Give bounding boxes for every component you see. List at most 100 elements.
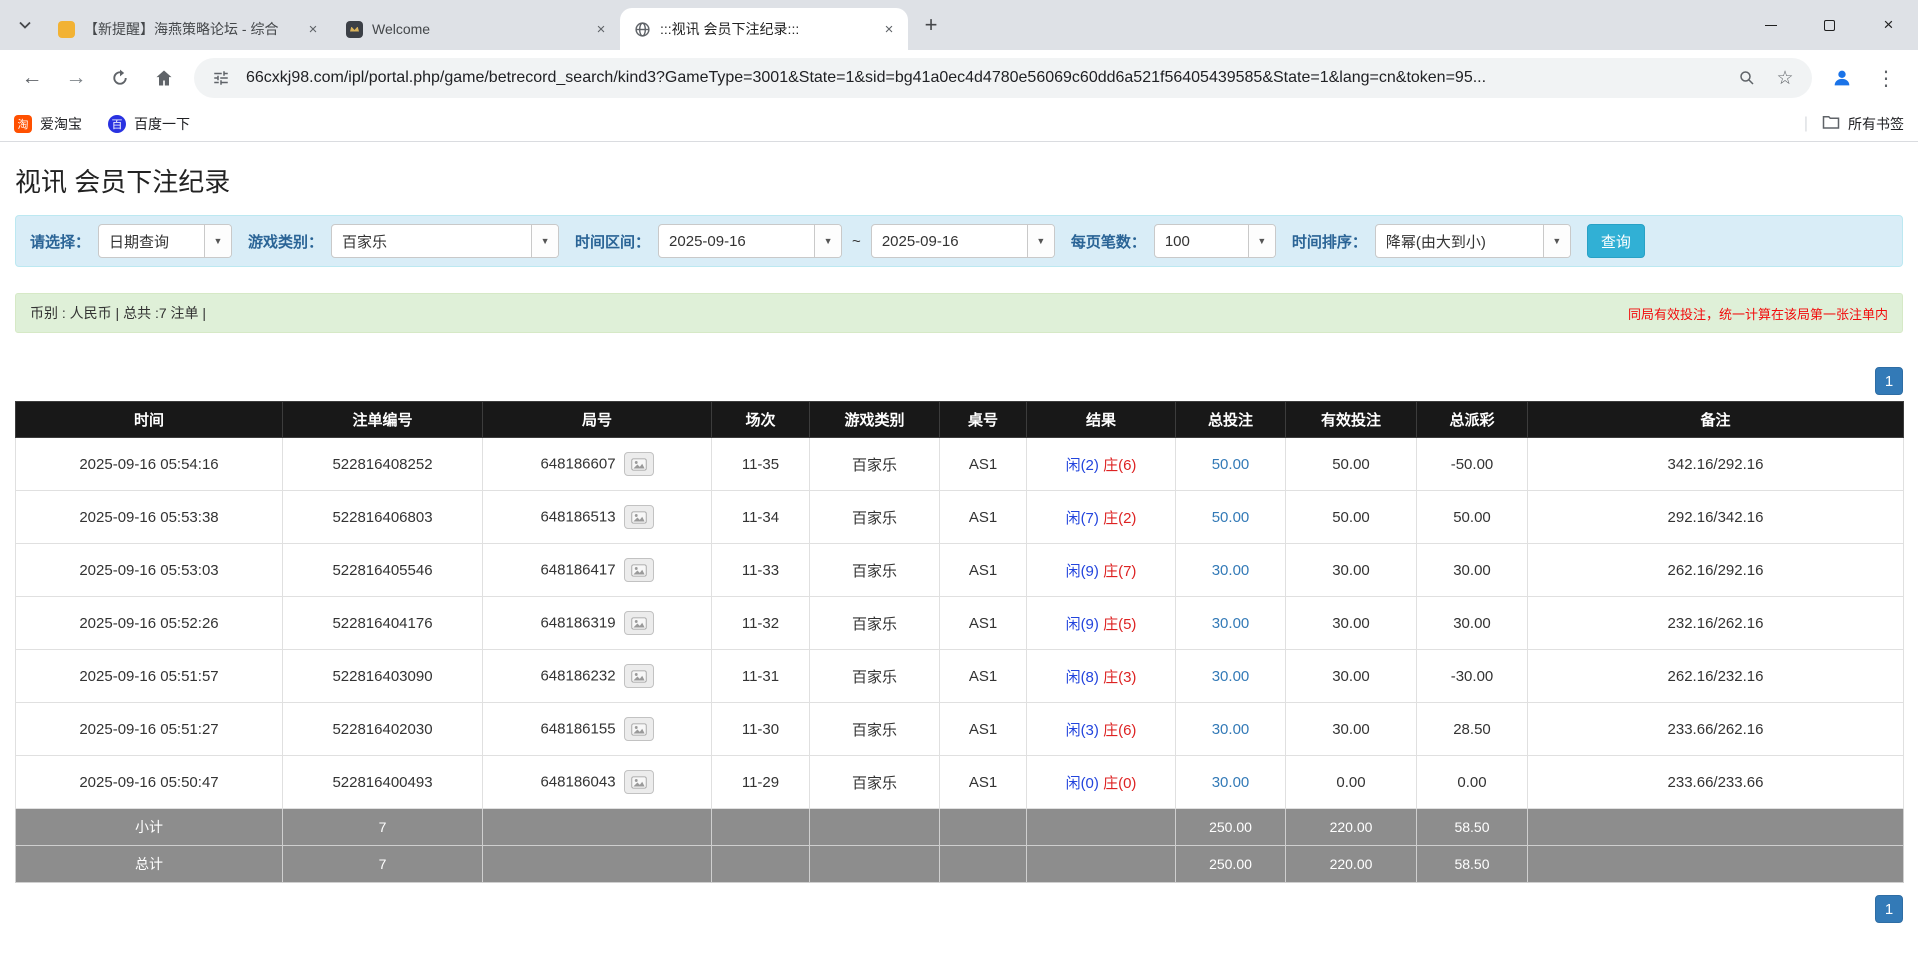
filter-label-sort: 时间排序： <box>1292 231 1367 252</box>
query-type-value: 日期查询 <box>99 225 204 257</box>
close-icon[interactable]: × <box>592 20 610 38</box>
back-button[interactable]: ← <box>12 58 52 98</box>
menu-icon[interactable]: ⋮ <box>1866 58 1906 98</box>
cell-game-type: 百家乐 <box>810 544 940 597</box>
subtotal-total-bet: 250.00 <box>1176 809 1286 846</box>
all-bookmarks-button[interactable]: 所有书签 <box>1822 114 1904 134</box>
round-image-button[interactable] <box>624 611 654 635</box>
empty-cell <box>1027 809 1176 846</box>
round-image-button[interactable] <box>624 452 654 476</box>
result-banker: 庄(2) <box>1103 510 1136 527</box>
cell-time: 2025-09-16 05:51:57 <box>16 650 283 703</box>
subtotal-payout: 58.50 <box>1417 809 1528 846</box>
cell-bet-id: 522816408252 <box>283 438 483 491</box>
cell-valid-bet: 30.00 <box>1286 703 1417 756</box>
round-image-button[interactable] <box>624 558 654 582</box>
result-player: 闲(0) <box>1066 775 1099 792</box>
total-bet-link[interactable]: 50.00 <box>1212 509 1250 526</box>
total-bet-link[interactable]: 30.00 <box>1212 562 1250 579</box>
search-button[interactable]: 查询 <box>1587 224 1645 258</box>
close-icon[interactable]: × <box>304 20 322 38</box>
cell-table-no: AS1 <box>940 650 1027 703</box>
records-table: 时间注单编号局号场次游戏类别桌号结果总投注有效投注总派彩备注 2025-09-1… <box>15 401 1904 883</box>
cell-payout: 28.50 <box>1417 703 1528 756</box>
bookmark-star-icon[interactable]: ☆ <box>1772 65 1798 91</box>
col-header-time: 时间 <box>16 402 283 438</box>
bookmark-baidu[interactable]: 百 百度一下 <box>108 114 190 134</box>
tab-search-chevron-icon[interactable] <box>10 10 40 40</box>
cell-result: 闲(9) 庄(5) <box>1027 597 1176 650</box>
close-icon[interactable]: × <box>880 20 898 38</box>
time-sort-select[interactable]: 降幂(由大到小) ▼ <box>1375 224 1571 258</box>
folder-icon <box>1822 114 1840 133</box>
cell-note: 233.66/262.16 <box>1528 703 1904 756</box>
date-to-select[interactable]: 2025-09-16 ▼ <box>871 224 1055 258</box>
round-image-button[interactable] <box>624 717 654 741</box>
cell-result: 闲(2) 庄(6) <box>1027 438 1176 491</box>
col-header-note: 备注 <box>1528 402 1904 438</box>
subtotal-count: 7 <box>283 809 483 846</box>
per-page-select[interactable]: 100 ▼ <box>1154 224 1276 258</box>
tab-betrecord[interactable]: :::视讯 会员下注纪录::: × <box>620 8 908 50</box>
taobao-icon: 淘 <box>14 115 32 133</box>
query-type-select[interactable]: 日期查询 ▼ <box>98 224 232 258</box>
col-header-game-type: 游戏类别 <box>810 402 940 438</box>
cell-game-type: 百家乐 <box>810 650 940 703</box>
subtotal-label: 小计 <box>16 809 283 846</box>
table-row: 2025-09-16 05:51:27522816402030648186155… <box>16 703 1904 756</box>
records-header-row: 时间注单编号局号场次游戏类别桌号结果总投注有效投注总派彩备注 <box>16 402 1904 438</box>
cell-total-bet: 30.00 <box>1176 544 1286 597</box>
all-bookmarks-label: 所有书签 <box>1848 114 1904 134</box>
total-bet-link[interactable]: 30.00 <box>1212 774 1250 791</box>
total-bet-link[interactable]: 50.00 <box>1212 456 1250 473</box>
minimize-icon <box>1765 25 1777 26</box>
cell-session: 11-35 <box>712 438 810 491</box>
home-button[interactable] <box>144 58 184 98</box>
close-window-button[interactable]: × <box>1859 0 1918 50</box>
chevron-down-icon: ▼ <box>1543 225 1570 257</box>
cell-session: 11-34 <box>712 491 810 544</box>
site-settings-icon[interactable] <box>208 65 234 91</box>
cell-round: 648186513 <box>483 491 712 544</box>
total-bet-link[interactable]: 30.00 <box>1212 615 1250 632</box>
cell-valid-bet: 0.00 <box>1286 756 1417 809</box>
filter-label-select: 请选择： <box>30 231 90 252</box>
address-bar[interactable]: 66cxkj98.com/ipl/portal.php/game/betreco… <box>194 58 1812 98</box>
empty-cell <box>712 846 810 883</box>
round-image-button[interactable] <box>624 505 654 529</box>
round-number: 648186513 <box>540 509 615 526</box>
zoom-icon[interactable] <box>1734 65 1760 91</box>
result-player: 闲(8) <box>1066 669 1099 686</box>
result-banker: 庄(7) <box>1103 563 1136 580</box>
cell-time: 2025-09-16 05:51:27 <box>16 703 283 756</box>
tab-title: Welcome <box>372 21 583 37</box>
total-bet-link[interactable]: 30.00 <box>1212 668 1250 685</box>
game-type-select[interactable]: 百家乐 ▼ <box>331 224 559 258</box>
cell-bet-id: 522816403090 <box>283 650 483 703</box>
forward-button[interactable]: → <box>56 58 96 98</box>
tab-welcome[interactable]: Welcome × <box>332 8 620 50</box>
maximize-button[interactable] <box>1800 0 1859 50</box>
welcome-favicon-icon <box>346 21 363 38</box>
grand-total-valid-bet: 220.00 <box>1286 846 1417 883</box>
refresh-button[interactable] <box>100 58 140 98</box>
round-image-button[interactable] <box>624 770 654 794</box>
cell-game-type: 百家乐 <box>810 703 940 756</box>
bookmark-label: 百度一下 <box>134 114 190 134</box>
bookmark-taobao[interactable]: 淘 爱淘宝 <box>14 114 82 134</box>
page-1-button[interactable]: 1 <box>1875 895 1903 923</box>
cell-note: 232.16/262.16 <box>1528 597 1904 650</box>
profile-icon[interactable] <box>1822 58 1862 98</box>
new-tab-button[interactable]: + <box>916 10 946 40</box>
cell-note: 233.66/233.66 <box>1528 756 1904 809</box>
date-from-select[interactable]: 2025-09-16 ▼ <box>658 224 842 258</box>
window-controls: × <box>1741 0 1918 50</box>
total-bet-link[interactable]: 30.00 <box>1212 721 1250 738</box>
page-title: 视讯 会员下注纪录 <box>15 162 1903 199</box>
tab-forum[interactable]: 【新提醒】海燕策略论坛 - 综合 × <box>44 8 332 50</box>
round-image-button[interactable] <box>624 664 654 688</box>
page-1-button[interactable]: 1 <box>1875 367 1903 395</box>
minimize-button[interactable] <box>1741 0 1800 50</box>
cell-game-type: 百家乐 <box>810 597 940 650</box>
table-row: 2025-09-16 05:53:03522816405546648186417… <box>16 544 1904 597</box>
